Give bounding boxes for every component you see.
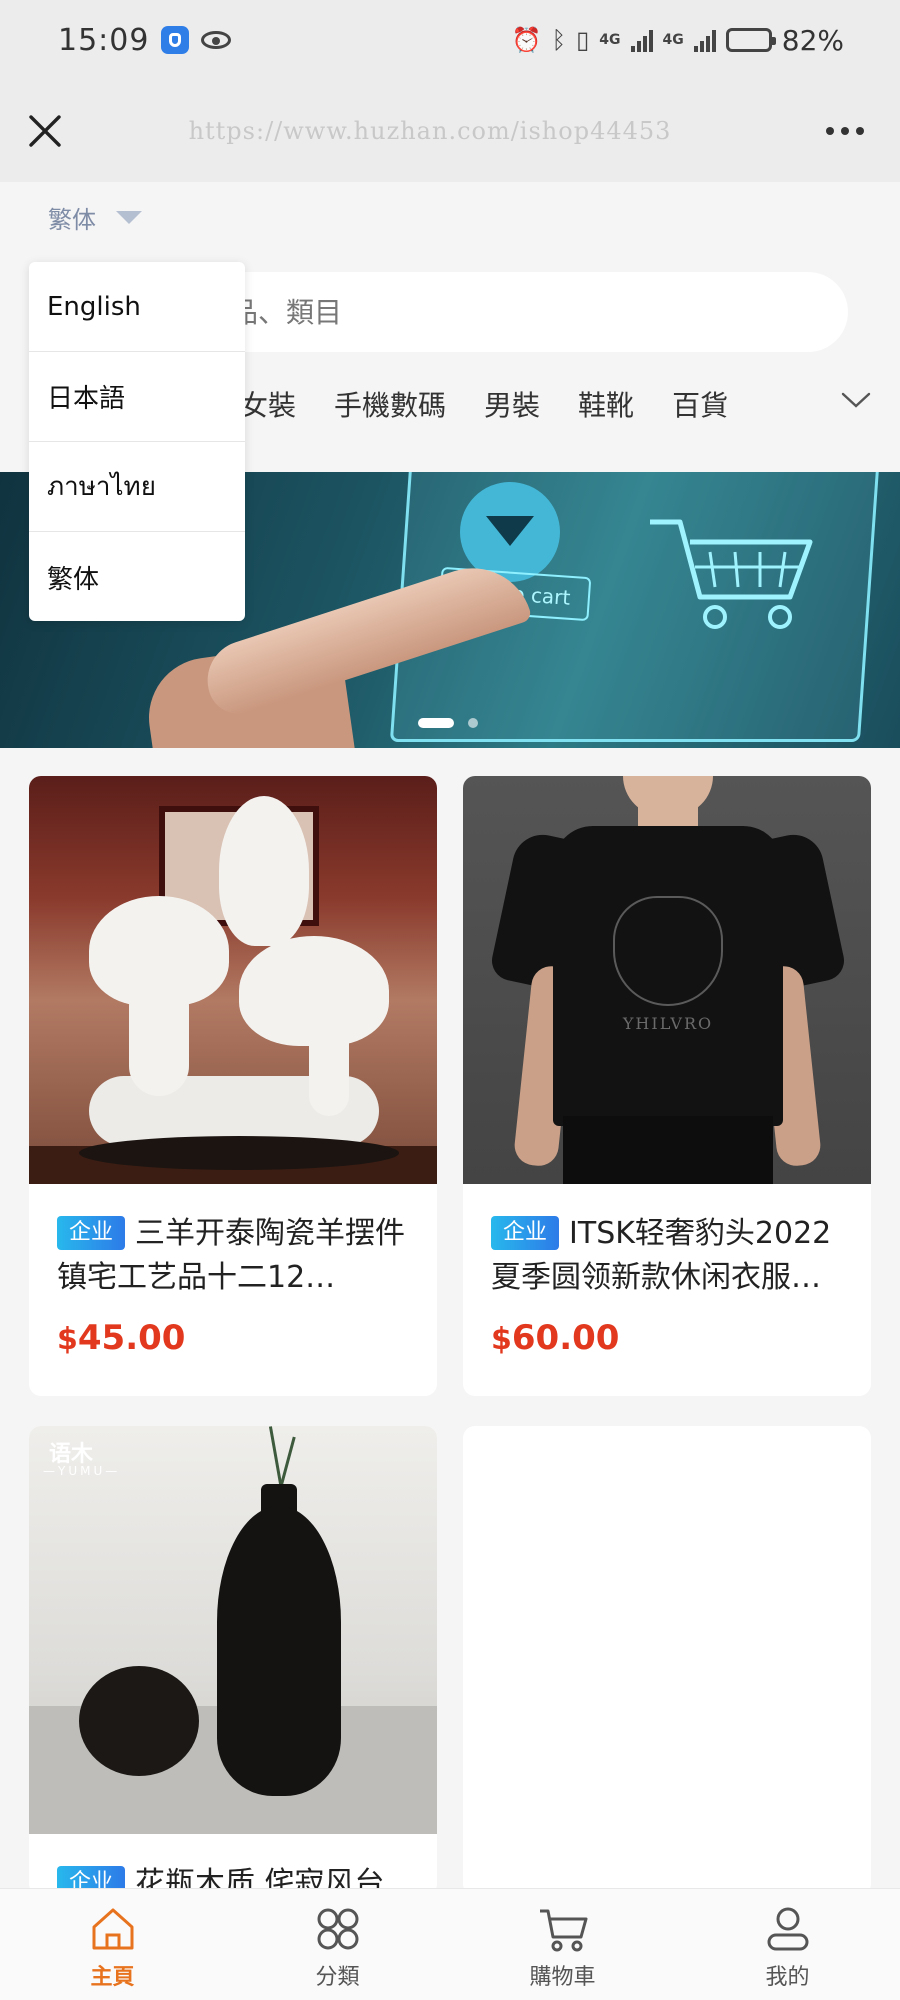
chevron-down-icon: [841, 392, 871, 408]
category-tab[interactable]: 男裝: [484, 384, 540, 424]
download-icon: [460, 482, 560, 582]
image-tall-vase: [217, 1506, 341, 1796]
category-expand-button[interactable]: [838, 382, 874, 418]
category-icon: [317, 1908, 358, 1950]
leopard-logo-graphic: [613, 896, 723, 1006]
category-tab[interactable]: 鞋靴: [578, 384, 634, 424]
nav-category[interactable]: 分類: [225, 1889, 450, 2000]
enterprise-badge: 企业: [491, 1216, 560, 1250]
cart-icon: [539, 1909, 587, 1952]
close-icon: [29, 115, 61, 147]
carousel-dot-active[interactable]: [418, 718, 454, 728]
language-option-japanese[interactable]: 日本語: [29, 352, 245, 442]
product-card[interactable]: YHILVRO 企业 ITSK轻奢豹头2022夏季圆领新款休闲衣服… $60.00: [463, 776, 871, 1396]
currency-symbol: $: [491, 1322, 512, 1357]
category-tab[interactable]: 女裝: [240, 384, 296, 424]
product-title[interactable]: 企业 三羊开泰陶瓷羊摆件镇宅工艺品十二12…: [57, 1212, 409, 1300]
product-image[interactable]: 语木 —YUMU—: [29, 1426, 437, 1834]
category-tab[interactable]: 手機數碼: [334, 384, 446, 424]
app-notification-icon: [161, 26, 190, 54]
product-card[interactable]: 语木 —YUMU— 企业 花瓶木质 侘寂风台: [29, 1426, 437, 1896]
vibrate-icon: ▯: [576, 26, 590, 54]
language-option-english[interactable]: English: [29, 262, 245, 352]
dropdown-arrow-icon: [116, 211, 142, 224]
home-icon: [92, 1908, 133, 1950]
price-value: 45.00: [77, 1318, 186, 1358]
goat-figure: [219, 796, 309, 946]
signal-icon-2: [693, 28, 716, 52]
nav-home[interactable]: 主頁: [0, 1889, 225, 2000]
product-card-placeholder: [463, 1426, 871, 1896]
image-head: [623, 776, 713, 816]
category-tab[interactable]: 百貨: [672, 384, 728, 424]
image-base: [79, 1136, 399, 1170]
browser-bar: https://www.huzhan.com/ishop44453: [0, 80, 900, 182]
bottom-navigation: 主頁 分類 購物車 我的: [0, 1888, 900, 2000]
more-icon-dot: [826, 127, 834, 135]
signal-icon-1: [630, 28, 653, 52]
close-button[interactable]: [0, 80, 90, 182]
product-image[interactable]: YHILVRO: [463, 776, 871, 1184]
url-display: https://www.huzhan.com/ishop44453: [188, 117, 672, 145]
product-title[interactable]: 企业 ITSK轻奢豹头2022夏季圆领新款休闲衣服…: [491, 1212, 843, 1300]
user-icon: [767, 1907, 808, 1951]
image-brand-tag-sub: —YUMU—: [43, 1464, 121, 1478]
nav-cart[interactable]: 購物車: [450, 1889, 675, 2000]
nav-label: 購物車: [529, 1965, 596, 1990]
currency-symbol: $: [57, 1322, 78, 1357]
more-icon-dot: [856, 127, 864, 135]
image-small-vase: [79, 1666, 199, 1776]
goat-leg: [129, 976, 189, 1096]
carousel-indicator: [418, 718, 478, 728]
bluetooth-icon: ᛒ: [551, 26, 567, 54]
search-input[interactable]: [230, 295, 848, 329]
more-icon-dot: [841, 127, 849, 135]
goat-leg: [309, 1016, 349, 1116]
nav-profile[interactable]: 我的: [675, 1889, 900, 2000]
product-card[interactable]: 企业 三羊开泰陶瓷羊摆件镇宅工艺品十二12… $45.00: [29, 776, 437, 1396]
banner-cart-icon: [650, 519, 813, 629]
status-bar: 15:09 ⏰ ᛒ ▯ 4G 4G 82%: [0, 0, 900, 80]
product-price: $45.00: [57, 1318, 409, 1358]
eye-icon: [201, 31, 232, 49]
language-dropdown: English 日本語 ภาษาไทย 繁体: [29, 262, 245, 621]
current-language: 繁体: [48, 206, 96, 234]
carousel-dot[interactable]: [468, 718, 478, 728]
search-bar[interactable]: [200, 272, 848, 352]
language-option-traditional-chinese[interactable]: 繁体: [29, 532, 245, 622]
network-type-1: 4G: [599, 32, 621, 48]
alarm-icon: ⏰: [511, 26, 542, 54]
battery-icon: [725, 28, 776, 52]
shirt-brand-text: YHILVRO: [622, 1014, 714, 1033]
category-tabs: 女裝 手機數碼 男裝 鞋靴 百貨: [240, 376, 900, 432]
more-menu-button[interactable]: [790, 80, 900, 182]
price-value: 60.00: [511, 1318, 620, 1358]
language-selector[interactable]: 繁体: [48, 200, 142, 235]
status-time: 15:09: [58, 22, 150, 58]
image-pants: [563, 1116, 773, 1184]
battery-percent: 82%: [781, 23, 844, 57]
product-image[interactable]: [29, 776, 437, 1184]
network-type-2: 4G: [662, 32, 684, 48]
enterprise-badge: 企业: [57, 1216, 126, 1250]
product-price: $60.00: [491, 1318, 843, 1358]
nav-label: 主頁: [90, 1965, 135, 1990]
status-indicators: ⏰ ᛒ ▯ 4G 4G 82%: [512, 24, 844, 57]
nav-label: 我的: [765, 1965, 810, 1990]
language-option-thai[interactable]: ภาษาไทย: [29, 442, 245, 532]
nav-label: 分類: [315, 1965, 360, 1990]
